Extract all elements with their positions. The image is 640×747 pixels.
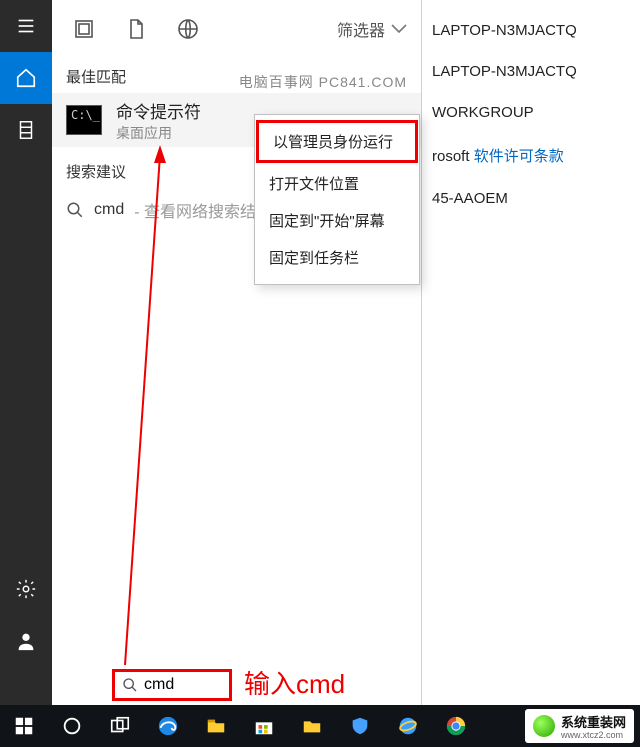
license-prefix: rosoft: [432, 148, 474, 165]
web-tab[interactable]: [176, 17, 200, 41]
account-button[interactable]: [0, 615, 52, 667]
settings-background: LAPTOP-N3MJACTQ LAPTOP-N3MJACTQ WORKGROU…: [422, 0, 640, 219]
brand-logo-icon: [533, 715, 555, 737]
ctx-pin-start[interactable]: 固定到"开始"屏幕: [255, 202, 419, 239]
search-input[interactable]: [144, 676, 204, 694]
search-box[interactable]: [112, 669, 232, 701]
annotation-input-hint: 输入cmd: [244, 664, 345, 701]
explorer-button[interactable]: [192, 705, 240, 747]
filter-label: 筛选器: [337, 17, 385, 41]
search-icon: [66, 201, 84, 219]
hamburger-button[interactable]: [0, 0, 52, 52]
store-button[interactable]: [240, 705, 288, 747]
folder2-button[interactable]: [288, 705, 336, 747]
edge-button[interactable]: [144, 705, 192, 747]
timeline-button[interactable]: [0, 104, 52, 156]
start-button[interactable]: [0, 705, 48, 747]
license-link[interactable]: 软件许可条款: [474, 148, 564, 165]
suggestion-tail: - 查看网络搜索结果: [134, 198, 272, 222]
context-menu: 以管理员身份运行 打开文件位置 固定到"开始"屏幕 固定到任务栏: [254, 114, 420, 285]
search-panel: 筛选器 最佳匹配 C:\_ 命令提示符 桌面应用 电脑百事网 PC841.COM…: [52, 0, 422, 705]
ctx-pin-taskbar[interactable]: 固定到任务栏: [255, 239, 419, 276]
cmd-icon: C:\_: [66, 105, 102, 135]
brand-watermark: 系统重装网 www.xtcz2.com: [525, 709, 634, 743]
home-button[interactable]: [0, 52, 52, 104]
device-name-2: LAPTOP-N3MJACTQ: [428, 51, 640, 92]
search-icon: [122, 677, 138, 693]
watermark-text: 电脑百事网 PC841.COM: [239, 72, 407, 92]
license-row: rosoft 软件许可条款: [428, 133, 640, 178]
brand-en: www.xtcz2.com: [561, 731, 626, 740]
security-button[interactable]: [336, 705, 384, 747]
chrome-button[interactable]: [432, 705, 480, 747]
brand-cn: 系统重装网: [561, 712, 626, 731]
settings-button[interactable]: [0, 563, 52, 615]
ctx-run-as-admin[interactable]: 以管理员身份运行: [256, 120, 418, 163]
filter-dropdown[interactable]: 筛选器: [337, 17, 407, 41]
panel-tabs: 筛选器: [52, 0, 421, 58]
workgroup: WORKGROUP: [428, 92, 640, 133]
documents-tab[interactable]: [124, 17, 148, 41]
start-sidebar: [0, 0, 52, 705]
best-match-title: 命令提示符: [116, 98, 201, 123]
taskview-button[interactable]: [96, 705, 144, 747]
cortana-button[interactable]: [48, 705, 96, 747]
ctx-open-location[interactable]: 打开文件位置: [255, 165, 419, 202]
product-id-tail: 45-AAOEM: [428, 178, 640, 219]
apps-tab[interactable]: [72, 17, 96, 41]
ie-button[interactable]: [384, 705, 432, 747]
chevron-down-icon: [391, 24, 407, 34]
suggestion-term: cmd: [94, 201, 124, 219]
best-match-subtitle: 桌面应用: [116, 123, 201, 143]
device-name-1: LAPTOP-N3MJACTQ: [428, 10, 640, 51]
